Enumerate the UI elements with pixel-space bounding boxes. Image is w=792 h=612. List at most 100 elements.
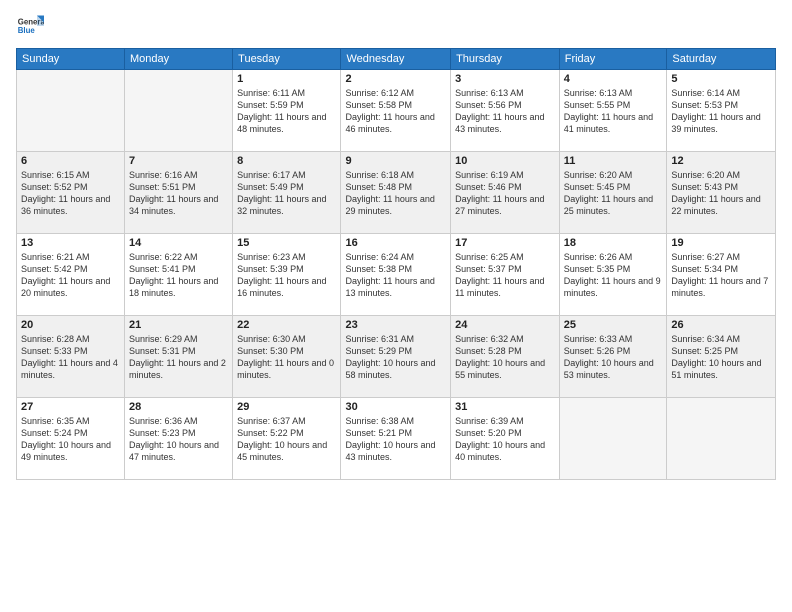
calendar-cell: 1 Sunrise: 6:11 AM Sunset: 5:59 PM Daylig…	[233, 70, 341, 152]
day-number: 18	[564, 237, 663, 249]
day-number: 3	[455, 73, 555, 85]
calendar-cell: 7Sunrise: 6:16 AM Sunset: 5:51 PM Daylig…	[125, 152, 233, 234]
day-info: Sunrise: 6:22 AM Sunset: 5:41 PM Dayligh…	[129, 251, 228, 300]
day-number: 8	[237, 155, 336, 167]
day-number: 12	[671, 155, 771, 167]
day-info: Sunrise: 6:23 AM Sunset: 5:39 PM Dayligh…	[237, 251, 336, 300]
day-info: Sunrise: 6:34 AM Sunset: 5:25 PM Dayligh…	[671, 333, 771, 382]
day-info: Sunrise: 6:24 AM Sunset: 5:38 PM Dayligh…	[345, 251, 446, 300]
day-number: 14	[129, 237, 228, 249]
day-info: Sunrise: 6:13 AM Sunset: 5:55 PM Dayligh…	[564, 87, 663, 136]
calendar-cell: 13 Sunrise: 6:21 AM Sunset: 5:42 PM Dayli…	[17, 234, 125, 316]
calendar-cell: 31 Sunrise: 6:39 AM Sunset: 5:20 PM Dayli…	[451, 398, 560, 480]
day-info: Sunrise: 6:12 AM Sunset: 5:58 PM Dayligh…	[345, 87, 446, 136]
calendar-cell	[667, 398, 776, 480]
calendar-cell: 12 Sunrise: 6:20 AM Sunset: 5:43 PM Dayli…	[667, 152, 776, 234]
day-info: Sunrise: 6:25 AM Sunset: 5:37 PM Dayligh…	[455, 251, 555, 300]
day-info: Sunrise: 6:18 AM Sunset: 5:48 PM Dayligh…	[345, 169, 446, 218]
calendar-day-header: Friday	[559, 49, 667, 70]
calendar-week-row: 13 Sunrise: 6:21 AM Sunset: 5:42 PM Dayli…	[17, 234, 776, 316]
day-number: 26	[671, 319, 771, 331]
day-info: Sunrise: 6:38 AM Sunset: 5:21 PM Dayligh…	[345, 415, 446, 464]
calendar-cell: 5Sunrise: 6:14 AM Sunset: 5:53 PM Daylig…	[667, 70, 776, 152]
calendar-day-header: Sunday	[17, 49, 125, 70]
calendar-cell	[17, 70, 125, 152]
day-info: Sunrise: 6:39 AM Sunset: 5:20 PM Dayligh…	[455, 415, 555, 464]
day-info: Sunrise: 6:20 AM Sunset: 5:43 PM Dayligh…	[671, 169, 771, 218]
day-number: 9	[345, 155, 446, 167]
calendar-cell: 30 Sunrise: 6:38 AM Sunset: 5:21 PM Dayli…	[341, 398, 451, 480]
day-number: 23	[345, 319, 446, 331]
logo-icon: General Blue	[16, 12, 44, 40]
day-info: Sunrise: 6:13 AM Sunset: 5:56 PM Dayligh…	[455, 87, 555, 136]
calendar-day-header: Wednesday	[341, 49, 451, 70]
calendar-week-row: 20 Sunrise: 6:28 AM Sunset: 5:33 PM Dayli…	[17, 316, 776, 398]
calendar-cell: 3 Sunrise: 6:13 AM Sunset: 5:56 PM Daylig…	[451, 70, 560, 152]
calendar-cell: 4 Sunrise: 6:13 AM Sunset: 5:55 PM Daylig…	[559, 70, 667, 152]
calendar-week-row: 27 Sunrise: 6:35 AM Sunset: 5:24 PM Dayli…	[17, 398, 776, 480]
day-info: Sunrise: 6:19 AM Sunset: 5:46 PM Dayligh…	[455, 169, 555, 218]
day-info: Sunrise: 6:35 AM Sunset: 5:24 PM Dayligh…	[21, 415, 120, 464]
svg-text:Blue: Blue	[18, 26, 36, 35]
calendar-week-row: 6Sunrise: 6:15 AM Sunset: 5:52 PM Daylig…	[17, 152, 776, 234]
day-number: 31	[455, 401, 555, 413]
calendar-cell: 2 Sunrise: 6:12 AM Sunset: 5:58 PM Daylig…	[341, 70, 451, 152]
calendar-week-row: 1 Sunrise: 6:11 AM Sunset: 5:59 PM Daylig…	[17, 70, 776, 152]
calendar-cell: 8 Sunrise: 6:17 AM Sunset: 5:49 PM Daylig…	[233, 152, 341, 234]
day-number: 28	[129, 401, 228, 413]
calendar-cell	[125, 70, 233, 152]
calendar-cell: 25 Sunrise: 6:33 AM Sunset: 5:26 PM Dayli…	[559, 316, 667, 398]
day-number: 1	[237, 73, 336, 85]
day-number: 2	[345, 73, 446, 85]
day-info: Sunrise: 6:21 AM Sunset: 5:42 PM Dayligh…	[21, 251, 120, 300]
calendar-day-header: Tuesday	[233, 49, 341, 70]
calendar-cell: 20 Sunrise: 6:28 AM Sunset: 5:33 PM Dayli…	[17, 316, 125, 398]
calendar-cell: 14 Sunrise: 6:22 AM Sunset: 5:41 PM Dayli…	[125, 234, 233, 316]
day-number: 21	[129, 319, 228, 331]
calendar-cell: 16 Sunrise: 6:24 AM Sunset: 5:38 PM Dayli…	[341, 234, 451, 316]
day-number: 22	[237, 319, 336, 331]
day-info: Sunrise: 6:11 AM Sunset: 5:59 PM Dayligh…	[237, 87, 336, 136]
day-info: Sunrise: 6:27 AM Sunset: 5:34 PM Dayligh…	[671, 251, 771, 300]
day-number: 16	[345, 237, 446, 249]
day-info: Sunrise: 6:37 AM Sunset: 5:22 PM Dayligh…	[237, 415, 336, 464]
day-info: Sunrise: 6:16 AM Sunset: 5:51 PM Dayligh…	[129, 169, 228, 218]
calendar-cell: 27 Sunrise: 6:35 AM Sunset: 5:24 PM Dayli…	[17, 398, 125, 480]
day-number: 25	[564, 319, 663, 331]
calendar-cell: 9 Sunrise: 6:18 AM Sunset: 5:48 PM Daylig…	[341, 152, 451, 234]
day-number: 19	[671, 237, 771, 249]
calendar-cell: 22 Sunrise: 6:30 AM Sunset: 5:30 PM Dayli…	[233, 316, 341, 398]
day-info: Sunrise: 6:26 AM Sunset: 5:35 PM Dayligh…	[564, 251, 663, 300]
day-info: Sunrise: 6:36 AM Sunset: 5:23 PM Dayligh…	[129, 415, 228, 464]
day-number: 30	[345, 401, 446, 413]
day-info: Sunrise: 6:17 AM Sunset: 5:49 PM Dayligh…	[237, 169, 336, 218]
day-number: 4	[564, 73, 663, 85]
day-number: 17	[455, 237, 555, 249]
calendar-cell: 19 Sunrise: 6:27 AM Sunset: 5:34 PM Dayli…	[667, 234, 776, 316]
day-number: 15	[237, 237, 336, 249]
logo: General Blue	[16, 12, 46, 40]
day-number: 24	[455, 319, 555, 331]
day-info: Sunrise: 6:28 AM Sunset: 5:33 PM Dayligh…	[21, 333, 120, 382]
day-info: Sunrise: 6:33 AM Sunset: 5:26 PM Dayligh…	[564, 333, 663, 382]
calendar-cell: 17 Sunrise: 6:25 AM Sunset: 5:37 PM Dayli…	[451, 234, 560, 316]
calendar-cell: 24Sunrise: 6:32 AM Sunset: 5:28 PM Dayli…	[451, 316, 560, 398]
day-number: 6	[21, 155, 120, 167]
calendar-cell: 11Sunrise: 6:20 AM Sunset: 5:45 PM Dayli…	[559, 152, 667, 234]
calendar-table: SundayMondayTuesdayWednesdayThursdayFrid…	[16, 48, 776, 480]
calendar-day-header: Saturday	[667, 49, 776, 70]
calendar-cell: 10 Sunrise: 6:19 AM Sunset: 5:46 PM Dayli…	[451, 152, 560, 234]
day-info: Sunrise: 6:29 AM Sunset: 5:31 PM Dayligh…	[129, 333, 228, 382]
day-number: 10	[455, 155, 555, 167]
day-info: Sunrise: 6:31 AM Sunset: 5:29 PM Dayligh…	[345, 333, 446, 382]
calendar-cell: 21 Sunrise: 6:29 AM Sunset: 5:31 PM Dayli…	[125, 316, 233, 398]
day-info: Sunrise: 6:30 AM Sunset: 5:30 PM Dayligh…	[237, 333, 336, 382]
calendar-day-header: Thursday	[451, 49, 560, 70]
calendar-day-header: Monday	[125, 49, 233, 70]
calendar-cell: 15 Sunrise: 6:23 AM Sunset: 5:39 PM Dayli…	[233, 234, 341, 316]
day-number: 13	[21, 237, 120, 249]
day-number: 5	[671, 73, 771, 85]
calendar-cell: 26 Sunrise: 6:34 AM Sunset: 5:25 PM Dayli…	[667, 316, 776, 398]
day-number: 27	[21, 401, 120, 413]
day-number: 20	[21, 319, 120, 331]
